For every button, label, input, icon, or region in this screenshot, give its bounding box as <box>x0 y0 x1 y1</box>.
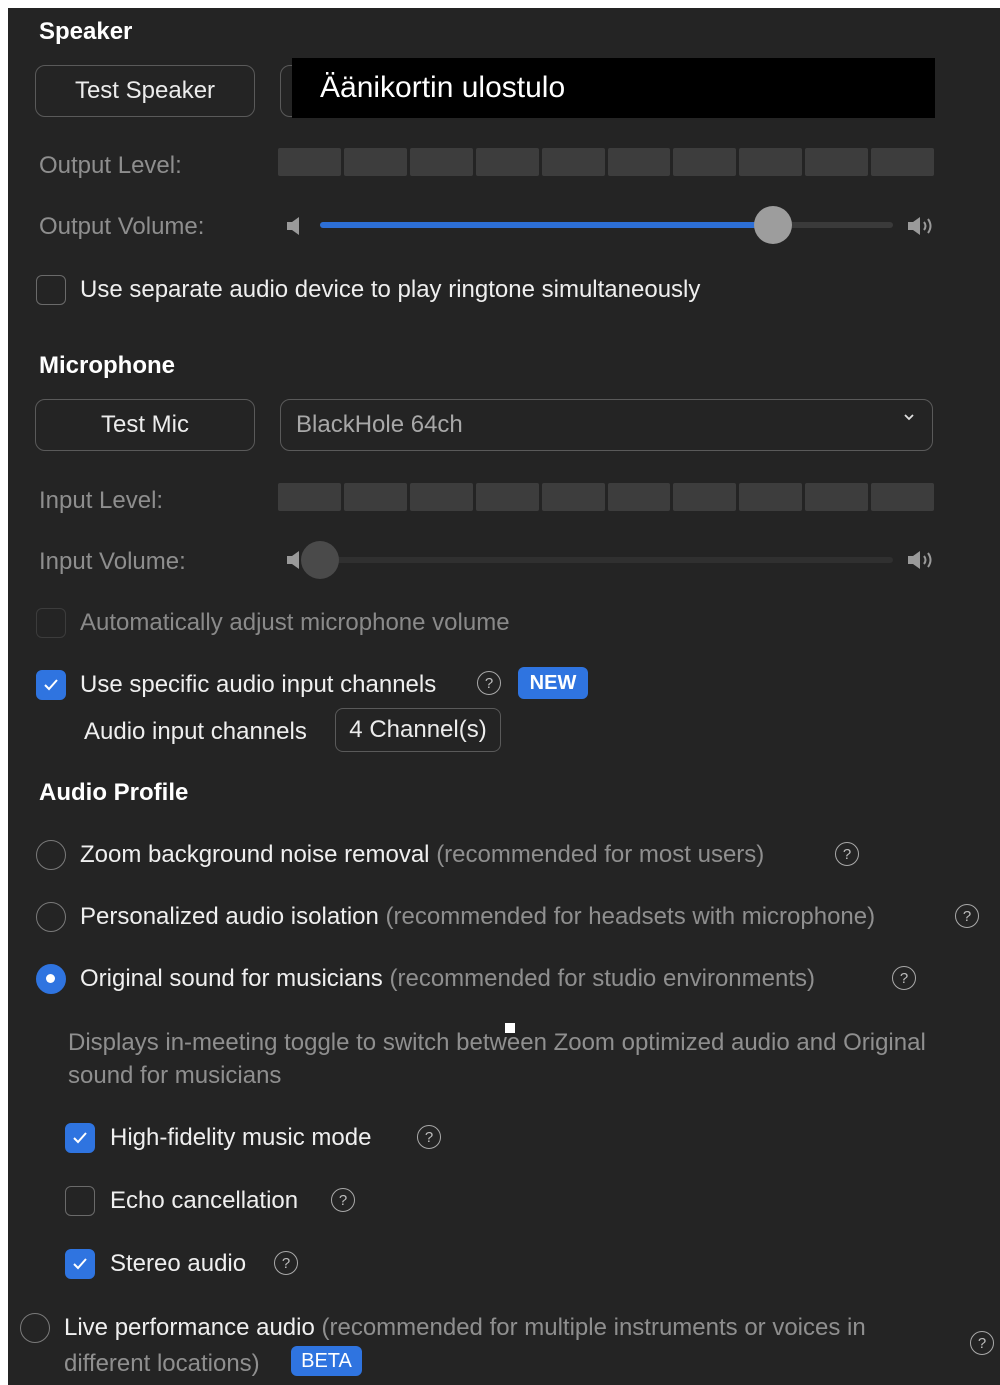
help-icon[interactable]: ? <box>417 1125 441 1149</box>
specific-channels-label: Use specific audio input channels <box>80 671 437 698</box>
audio-input-channels-label: Audio input channels <box>84 718 307 745</box>
microphone-device-value: BlackHole 64ch <box>296 411 463 438</box>
help-icon[interactable]: ? <box>892 966 916 990</box>
help-icon[interactable]: ? <box>955 904 979 928</box>
test-mic-button[interactable]: Test Mic <box>35 399 255 451</box>
mouse-cursor-marker <box>505 1023 515 1033</box>
auto-adjust-label: Automatically adjust microphone volume <box>80 609 510 636</box>
radio-audio-isolation[interactable] <box>36 902 66 932</box>
volume-high-icon <box>908 217 932 235</box>
volume-high-icon <box>908 551 932 569</box>
microphone-heading: Microphone <box>39 352 175 379</box>
radio-original-sound[interactable] <box>36 964 66 994</box>
ringtone-checkbox-label: Use separate audio device to play ringto… <box>80 276 701 303</box>
help-icon[interactable]: ? <box>477 671 501 695</box>
live-performance-option-label: Live performance audio (recommended for … <box>64 1314 866 1341</box>
live-performance-note-line2: different locations) <box>64 1350 260 1377</box>
original-sound-option-label: Original sound for musicians (recommende… <box>80 965 816 992</box>
audio-input-channels-select[interactable]: 4 Channel(s) <box>335 708 501 752</box>
output-volume-slider[interactable] <box>320 206 893 244</box>
auto-adjust-checkbox[interactable] <box>36 608 66 638</box>
volume-low-icon <box>287 217 299 235</box>
radio-live-performance[interactable] <box>20 1313 50 1343</box>
stereo-audio-checkbox[interactable] <box>65 1249 95 1279</box>
audio-isolation-option-label: Personalized audio isolation (recommende… <box>80 903 876 930</box>
ringtone-checkbox[interactable] <box>36 275 66 305</box>
checkmark-icon <box>44 679 58 691</box>
help-icon[interactable]: ? <box>331 1188 355 1212</box>
help-icon[interactable]: ? <box>835 842 859 866</box>
radio-noise-removal[interactable] <box>36 840 66 870</box>
help-icon[interactable]: ? <box>274 1251 298 1275</box>
original-sound-description: Displays in-meeting toggle to switch bet… <box>68 1029 926 1089</box>
input-volume-slider[interactable] <box>301 541 893 579</box>
output-volume-label: Output Volume: <box>39 213 205 240</box>
speaker-device-label-overlay: Äänikortin ulostulo <box>292 58 935 118</box>
input-volume-thumb[interactable] <box>301 541 339 579</box>
output-level-label: Output Level: <box>39 152 182 179</box>
specific-channels-checkbox[interactable] <box>36 670 66 700</box>
input-level-label: Input Level: <box>39 487 164 514</box>
new-badge: NEW <box>518 667 588 699</box>
output-volume-thumb[interactable] <box>753 206 792 244</box>
input-volume-label: Input Volume: <box>39 548 186 575</box>
speaker-heading: Speaker <box>39 18 133 45</box>
output-level-meter <box>278 148 935 176</box>
noise-removal-option-label: Zoom background noise removal (recommend… <box>80 841 765 868</box>
echo-cancellation-checkbox[interactable] <box>65 1186 95 1216</box>
stereo-audio-label: Stereo audio <box>110 1250 247 1277</box>
microphone-device-select[interactable]: BlackHole 64ch <box>280 399 933 451</box>
input-level-meter <box>278 483 935 511</box>
hifi-music-checkbox[interactable] <box>65 1123 95 1153</box>
audio-profile-heading: Audio Profile <box>39 779 189 806</box>
checkmark-icon <box>73 1258 87 1270</box>
hifi-music-label: High-fidelity music mode <box>110 1124 372 1151</box>
help-icon[interactable]: ? <box>970 1331 994 1355</box>
checkmark-icon <box>73 1132 87 1144</box>
beta-badge: BETA <box>291 1346 362 1376</box>
test-speaker-button[interactable]: Test Speaker <box>35 65 255 117</box>
output-volume-fill <box>320 222 773 228</box>
chevron-down-icon <box>904 414 914 421</box>
echo-cancellation-label: Echo cancellation <box>110 1187 299 1214</box>
